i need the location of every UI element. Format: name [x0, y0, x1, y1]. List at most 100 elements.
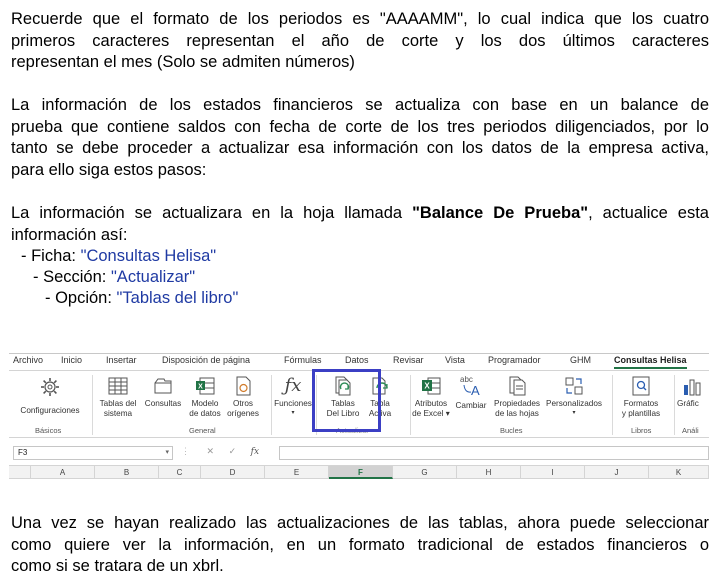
chevron-down-icon: ▾	[445, 408, 450, 418]
column-header[interactable]: K	[649, 466, 709, 479]
custom-shapes-icon	[565, 377, 583, 395]
tab-revisar[interactable]: Revisar	[393, 355, 424, 365]
column-header[interactable]: D	[201, 466, 265, 479]
modelo-datos-button[interactable]: X Modelo de datos	[185, 375, 225, 418]
table-icon	[108, 377, 128, 395]
command-label: orígenes	[227, 408, 259, 418]
document-icon	[236, 376, 251, 396]
otros-origenes-button[interactable]: Otros orígenes	[223, 375, 263, 418]
column-header[interactable]: B	[95, 466, 159, 479]
name-box-value: F3	[18, 448, 28, 457]
chevron-down-icon[interactable]: ▾	[165, 447, 169, 459]
text-line: prueba que contiene saldos con fecha de …	[11, 117, 709, 136]
name-box[interactable]: F3 ▾	[13, 446, 173, 460]
svg-text:X: X	[424, 382, 430, 391]
insert-function-icon[interactable]: fx	[251, 447, 259, 457]
command-label: Formatos	[623, 399, 659, 408]
text-line: como si se tratara de un xbrl.	[11, 557, 224, 576]
column-header[interactable]: C	[159, 466, 201, 479]
tab-inicio[interactable]: Inicio	[61, 355, 82, 365]
group-label-analisis: Análi	[682, 426, 699, 435]
text-line: información así:	[11, 225, 128, 244]
column-header[interactable]: J	[585, 466, 649, 479]
command-label: Funciones	[274, 399, 312, 408]
tab-insertar[interactable]: Insertar	[106, 355, 137, 365]
excel-icon: X	[422, 377, 441, 395]
formula-input[interactable]	[279, 446, 709, 460]
tab-consultas-helisa[interactable]: Consultas Helisa	[614, 355, 687, 369]
text-line: La información de los estados financiero…	[11, 96, 709, 114]
bar-chart-icon	[684, 379, 701, 396]
text-line: tanto se debe proceder a actualizar esa …	[11, 139, 709, 158]
paragraph-view-options: Una vez se hayan realizado las actualiza…	[11, 513, 709, 577]
command-label: Modelo	[191, 399, 219, 408]
command-label: Personalizados	[546, 399, 602, 408]
formatos-plantillas-button[interactable]: Formatos y plantillas	[615, 375, 667, 418]
tab-formulas[interactable]: Fórmulas	[284, 355, 322, 365]
tab-programador[interactable]: Programador	[488, 355, 541, 365]
text-line: representan el mes (Solo se admiten núme…	[11, 53, 355, 72]
command-label: Propiedades	[494, 399, 540, 408]
text-line: Una vez se hayan realizado las actualiza…	[11, 514, 709, 532]
column-header[interactable]: E	[265, 466, 329, 479]
text-run: La información se actualizara en la hoja…	[11, 204, 413, 222]
text-run: , actualice esta	[588, 204, 709, 222]
personalizados-button[interactable]: Personalizados ▾	[544, 375, 604, 418]
enter-icon[interactable]: ✓	[229, 446, 237, 456]
text-line: como quiere ver la información, en un fo…	[11, 535, 709, 554]
sheets-icon	[509, 376, 526, 396]
group-label-basicos: Básicos	[35, 426, 62, 435]
tab-disposicion-pagina[interactable]: Disposición de página	[162, 355, 250, 365]
tab-vista[interactable]: Vista	[445, 355, 465, 365]
function-icon: ƒx	[284, 375, 302, 396]
chevron-down-icon: ▾	[572, 409, 576, 416]
svg-text:X: X	[198, 384, 203, 391]
divider	[674, 375, 675, 435]
folder-query-icon	[154, 378, 172, 394]
propiedades-hojas-button[interactable]: Propiedades de las hojas	[490, 375, 544, 418]
tab-ghm[interactable]: GHM	[570, 355, 591, 365]
column-header[interactable]: A	[31, 466, 95, 479]
column-header[interactable]: I	[521, 466, 585, 479]
atributos-excel-button[interactable]: X Atributos de Excel ▾	[409, 375, 453, 418]
step-ficha: - Ficha: "Consultas Helisa"	[21, 246, 216, 267]
command-label: Gráfic	[677, 399, 699, 408]
tab-datos[interactable]: Datos	[345, 355, 369, 365]
change-text-icon: abc A	[460, 375, 480, 397]
more-icon: ⋮	[181, 446, 190, 456]
graficos-button[interactable]: Gráfic	[677, 375, 709, 409]
text-line: para ello siga estos pasos:	[11, 160, 207, 179]
chevron-down-icon: ▾	[291, 409, 295, 416]
excel-model-icon: X	[196, 377, 215, 395]
cancel-icon[interactable]: ✕	[207, 446, 215, 456]
step-value: "Consultas Helisa"	[80, 247, 217, 265]
command-label: de las hojas	[495, 408, 539, 418]
cambiar-button[interactable]: abc A Cambiar	[453, 373, 489, 411]
step-value: "Tablas del libro"	[116, 289, 239, 307]
configuraciones-button[interactable]: Configuraciones	[15, 377, 85, 416]
step-prefix: - Opción:	[45, 289, 117, 307]
command-label: Tablas del	[99, 399, 137, 408]
command-label: sistema	[103, 408, 133, 418]
sheet-name-bold: "Balance De Prueba"	[412, 204, 589, 222]
command-label: y plantillas	[621, 408, 661, 418]
divider	[9, 437, 709, 438]
text-line: La información se actualizara en la hoja…	[11, 203, 709, 225]
tab-archivo[interactable]: Archivo	[13, 355, 43, 365]
text-line: Recuerde que el formato de los periodos …	[11, 10, 709, 28]
column-header[interactable]: H	[457, 466, 521, 479]
divider	[612, 375, 613, 435]
group-label-general: General	[189, 426, 216, 435]
consultas-button[interactable]: Consultas	[142, 375, 184, 409]
group-label-bucles: Bucles	[500, 426, 523, 435]
column-header[interactable]: G	[393, 466, 457, 479]
divider	[92, 375, 93, 435]
tablas-sistema-button[interactable]: Tablas del sistema	[95, 375, 141, 418]
select-all-corner[interactable]	[9, 466, 31, 479]
funciones-button[interactable]: ƒx Funciones ▾	[271, 375, 315, 418]
command-label: Cambiar	[455, 401, 487, 410]
step-opcion: - Opción: "Tablas del libro"	[45, 288, 238, 309]
paragraph-financial-info: La información de los estados financiero…	[11, 95, 709, 181]
column-header-selected[interactable]: F	[329, 466, 393, 479]
command-label: Atributos	[414, 399, 448, 408]
